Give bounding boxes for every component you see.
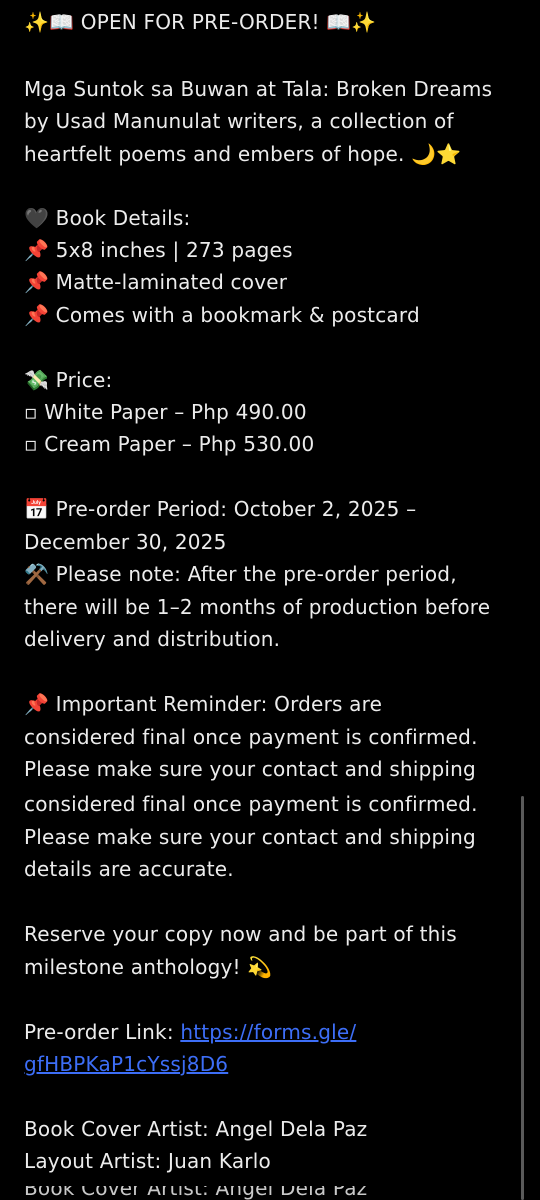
- important-reminder: details are accurate.: [24, 857, 234, 881]
- book-details-heading: 🖤 Book Details:: [24, 206, 191, 230]
- call-to-action: milestone anthology! 💫: [24, 955, 273, 979]
- credits-line: Layout Artist: Juan Karlo: [24, 1149, 271, 1173]
- preorder-link-continued[interactable]: gfHBPKaP1cYssj8D6: [24, 1052, 228, 1076]
- important-reminder: Please make sure your contact and shippi…: [24, 825, 476, 849]
- post-headline: ✨📖 OPEN FOR PRE-ORDER! 📖✨: [24, 10, 377, 34]
- call-to-action: Reserve your copy now and be part of thi…: [24, 922, 457, 946]
- preorder-period: December 30, 2025: [24, 530, 227, 554]
- book-details-item: 📌 Comes with a bookmark & postcard: [24, 303, 420, 327]
- book-details-item: 📌 Matte-laminated cover: [24, 270, 288, 294]
- important-reminder: 📌 Important Reminder: Orders are: [24, 692, 383, 716]
- important-reminder: considered final once payment is confirm…: [24, 792, 478, 816]
- book-details-item: 📌 5x8 inches | 273 pages: [24, 238, 293, 262]
- important-reminder: Please make sure your contact and shippi…: [24, 757, 476, 781]
- post-text-line: Mga Suntok sa Buwan at Tala: Broken Drea…: [24, 77, 493, 101]
- post-text-line: heartfelt poems and embers of hope. 🌙⭐: [24, 142, 462, 166]
- preorder-link[interactable]: https://forms.gle/: [180, 1020, 356, 1044]
- credits-line-partial: Book Cover Artist: Angel Dela Paz: [24, 1186, 368, 1200]
- scrollbar[interactable]: [521, 796, 524, 1200]
- price-heading: 💸 Price:: [24, 368, 113, 392]
- preorder-period: 📅 Pre-order Period: October 2, 2025 –: [24, 497, 417, 521]
- production-note: delivery and distribution.: [24, 627, 281, 651]
- post-text-line: by Usad Manunulat writers, a collection …: [24, 109, 454, 133]
- important-reminder: considered final once payment is confirm…: [24, 725, 478, 749]
- production-note: ⚒️ Please note: After the pre-order peri…: [24, 562, 457, 586]
- price-item: ▫ Cream Paper – Php 530.00: [24, 432, 315, 456]
- partial-line-clip: Book Cover Artist: Angel Dela Paz: [0, 1186, 540, 1200]
- production-note: there will be 1–2 months of production b…: [24, 595, 491, 619]
- preorder-link-row: Pre-order Link: https://forms.gle/: [24, 1016, 356, 1048]
- preorder-link-label: Pre-order Link:: [24, 1020, 181, 1044]
- price-item: ▫ White Paper – Php 490.00: [24, 400, 307, 424]
- preorder-link-row: gfHBPKaP1cYssj8D6: [24, 1048, 228, 1080]
- credits-line: Book Cover Artist: Angel Dela Paz: [24, 1117, 368, 1141]
